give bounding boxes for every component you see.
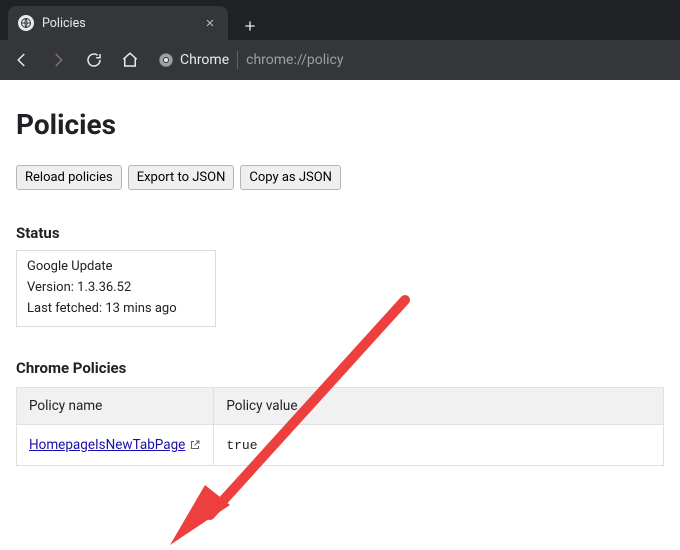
policies-heading: Chrome Policies xyxy=(16,359,664,377)
browser-tab[interactable]: Policies xyxy=(8,6,228,40)
policy-name-link[interactable]: HomepageIsNewTabPage xyxy=(29,437,201,453)
reload-button[interactable] xyxy=(80,46,108,74)
status-version: Version: 1.3.36.52 xyxy=(27,280,205,295)
close-icon[interactable] xyxy=(202,15,218,31)
tab-strip: Policies xyxy=(0,0,680,40)
forward-button xyxy=(44,46,72,74)
export-json-button[interactable]: Export to JSON xyxy=(128,165,235,190)
address-bar[interactable]: Chrome chrome://policy xyxy=(152,51,349,69)
policy-name-text: HomepageIsNewTabPage xyxy=(29,437,185,453)
policy-value: true xyxy=(226,438,257,453)
status-product: Google Update xyxy=(27,259,205,274)
url-text: chrome://policy xyxy=(246,52,343,68)
back-button[interactable] xyxy=(8,46,36,74)
col-policy-name: Policy name xyxy=(17,388,214,425)
site-identity: Chrome xyxy=(158,52,229,68)
site-label: Chrome xyxy=(180,52,229,68)
new-tab-button[interactable] xyxy=(236,12,264,40)
page-title: Policies xyxy=(16,108,664,141)
tab-title: Policies xyxy=(42,16,194,31)
browser-toolbar: Chrome chrome://policy xyxy=(0,40,680,80)
status-heading: Status xyxy=(16,224,664,242)
col-policy-value: Policy value xyxy=(214,388,664,425)
table-row: HomepageIsNewTabPage true xyxy=(17,425,664,466)
action-buttons: Reload policies Export to JSON Copy as J… xyxy=(16,165,664,190)
status-last-fetched: Last fetched: 13 mins ago xyxy=(27,301,205,316)
policies-table: Policy name Policy value HomepageIsNewTa… xyxy=(16,387,664,466)
home-button[interactable] xyxy=(116,46,144,74)
reload-policies-button[interactable]: Reload policies xyxy=(16,165,122,190)
globe-icon xyxy=(18,15,34,31)
status-card: Google Update Version: 1.3.36.52 Last fe… xyxy=(16,250,216,327)
copy-json-button[interactable]: Copy as JSON xyxy=(240,165,341,190)
omnibox-separator xyxy=(237,51,238,69)
browser-chrome: Policies Chrome chrome://policy xyxy=(0,0,680,80)
page-content: Policies Reload policies Export to JSON … xyxy=(0,80,680,466)
chrome-icon xyxy=(158,52,174,68)
external-link-icon xyxy=(189,439,201,451)
